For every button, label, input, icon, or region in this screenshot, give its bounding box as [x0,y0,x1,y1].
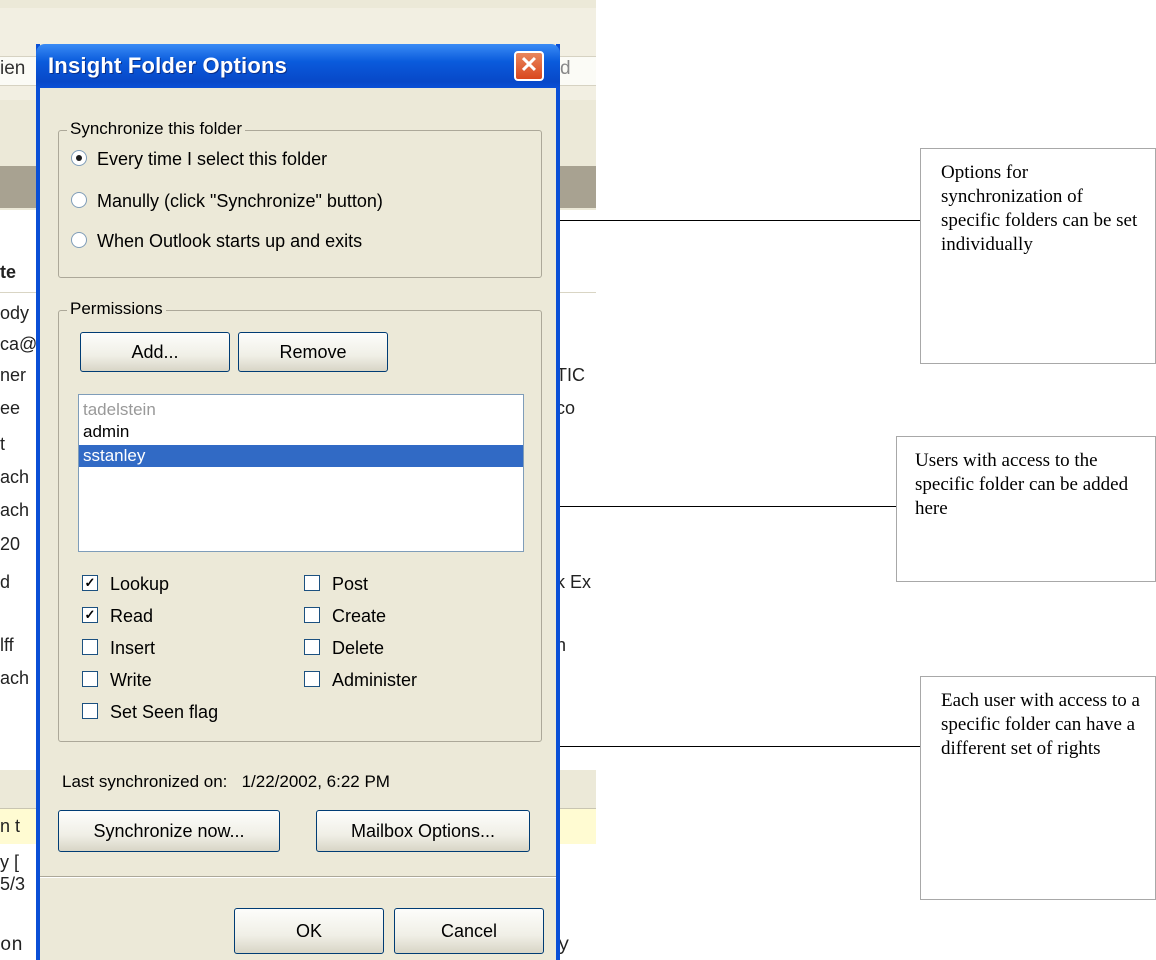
sync-option-label: Manully (click "Synchronize" button) [97,191,383,211]
right-label: Delete [332,638,385,658]
background-row: ca@ [0,334,38,354]
annotation-sync-options: Options for synchronization of specific … [920,148,1156,364]
background-row: ach [0,500,30,520]
close-icon[interactable]: ✕ [514,51,544,81]
right-label: Write [110,670,152,690]
annotation-leader-line [560,506,896,507]
background-row: n t [0,816,21,836]
right-label: Set Seen flag [110,702,219,722]
sync-option-label: When Outlook starts up and exits [97,231,363,251]
checkbox-icon[interactable] [82,703,98,720]
cancel-button[interactable]: Cancel [394,908,544,954]
radio-icon[interactable] [71,192,87,209]
background-row: te [0,262,17,282]
checkbox-icon[interactable] [82,671,98,688]
sync-group-legend: Synchronize this folder [67,119,245,139]
background-row: k Ex [556,572,592,592]
checkbox-icon[interactable] [304,639,320,656]
checkbox-checked-icon[interactable]: ✓ [82,607,98,624]
background-row: 20 [0,534,21,554]
list-item-selected[interactable]: sstanley [79,445,523,467]
right-create-checkbox[interactable]: Create [304,606,386,627]
right-post-checkbox[interactable]: Post [304,574,368,595]
sync-groupbox: Synchronize this folder Every time I sel… [58,119,542,278]
sync-option-manually[interactable]: Manully (click "Synchronize" button) [71,191,383,212]
dialog-divider [40,876,556,878]
checkbox-icon[interactable] [304,575,320,592]
users-listbox[interactable]: tadelstein admin sstanley [78,394,524,552]
sync-option-label: Every time I select this folder [97,149,328,169]
right-read-checkbox[interactable]: ✓ Read [82,606,153,627]
background-row: ach [0,467,30,487]
last-sync-label: Last synchronized on: [62,772,228,791]
right-write-checkbox[interactable]: Write [82,670,152,691]
right-delete-checkbox[interactable]: Delete [304,638,384,659]
background-row: lff [0,635,14,655]
right-administer-checkbox[interactable]: Administer [304,670,417,691]
annotation-leader-line [560,746,922,747]
annotation-user-rights: Each user with access to a specific fold… [920,676,1156,900]
annotation-users-access: Users with access to the specific folder… [896,436,1156,582]
last-synchronized-info: Last synchronized on: 1/22/2002, 6:22 PM [62,772,390,792]
right-label: Post [332,574,369,594]
background-text-fragment: ien [0,58,26,79]
background-row: ner [0,365,27,385]
sync-option-every-select[interactable]: Every time I select this folder [71,149,327,170]
radio-icon[interactable] [71,232,87,249]
insight-folder-options-dialog: Insight Folder Options ✕ Synchronize thi… [36,44,560,960]
last-sync-value: 1/22/2002, 6:22 PM [241,772,390,791]
right-insert-checkbox[interactable]: Insert [82,638,155,659]
sync-option-startup-exit[interactable]: When Outlook starts up and exits [71,231,362,252]
background-row: d [0,572,11,592]
mailbox-options-button[interactable]: Mailbox Options... [316,810,530,852]
background-row: t [0,434,6,454]
annotation-leader-line [560,220,922,221]
right-set-seen-flag-checkbox[interactable]: Set Seen flag [82,702,218,723]
list-item[interactable]: admin [79,421,523,443]
right-label: Create [332,606,387,626]
background-row: ody [0,303,30,323]
checkbox-icon[interactable] [82,639,98,656]
permissions-legend: Permissions [67,299,166,319]
dialog-titlebar[interactable]: Insight Folder Options ✕ [36,44,560,88]
background-row: ach [0,668,30,688]
checkbox-checked-icon[interactable]: ✓ [82,575,98,592]
add-user-button[interactable]: Add... [80,332,230,372]
right-label: Lookup [110,574,170,594]
background-row: 5/3 [0,874,26,894]
background-row: TIC [556,365,585,385]
checkbox-icon[interactable] [304,607,320,624]
dialog-title: Insight Folder Options [48,53,288,78]
radio-selected-icon[interactable] [71,150,87,167]
right-label: Insert [110,638,156,658]
right-label: Read [110,606,154,626]
remove-user-button[interactable]: Remove [238,332,388,372]
background-text-fragment: d [560,58,571,79]
list-item[interactable]: tadelstein [79,399,523,421]
synchronize-now-button[interactable]: Synchronize now... [58,810,280,852]
ok-button[interactable]: OK [234,908,384,954]
background-row: ee [0,398,21,418]
background-row: on [0,934,23,956]
right-lookup-checkbox[interactable]: ✓ Lookup [82,574,169,595]
background-row: y [ [0,852,20,872]
checkbox-icon[interactable] [304,671,320,688]
right-label: Administer [332,670,418,690]
